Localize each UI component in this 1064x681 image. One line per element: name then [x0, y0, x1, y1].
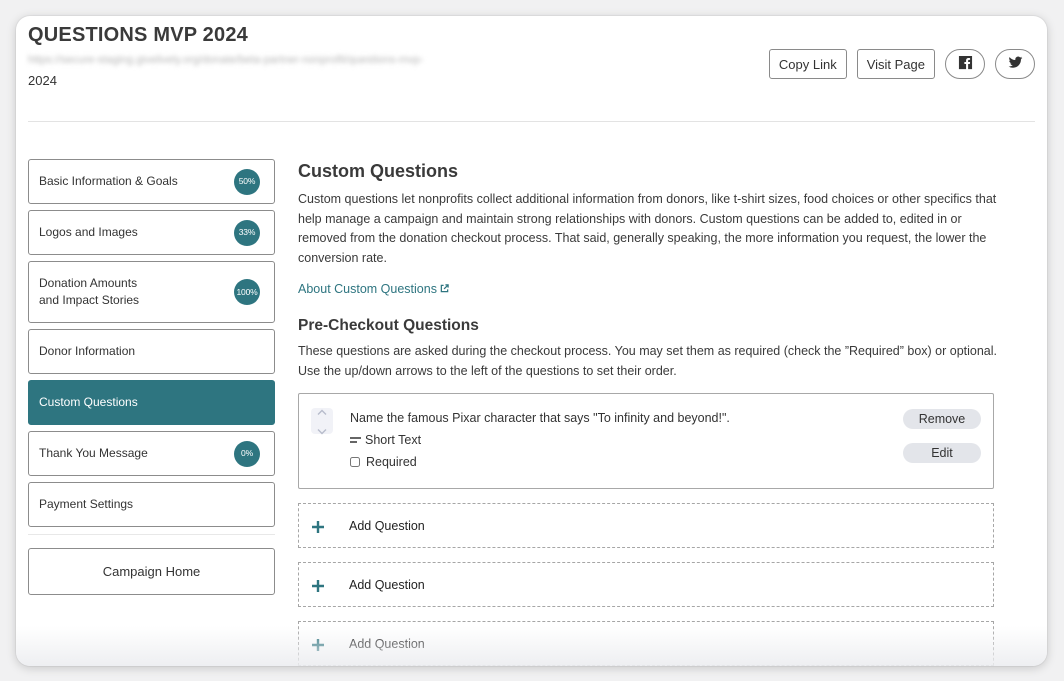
section-title: Custom Questions [298, 161, 459, 181]
campaign-home-button[interactable]: Campaign Home [28, 548, 275, 595]
share-twitter-button[interactable] [995, 49, 1035, 79]
question-type-label: Short Text [365, 433, 422, 447]
main-content: Custom Questions Custom questions let no… [298, 161, 998, 666]
pre-checkout-description: These questions are asked during the che… [298, 344, 997, 378]
sidebar-item-donation-amounts[interactable]: Donation Amounts and Impact Stories 100% [28, 261, 275, 323]
plus-icon [312, 638, 324, 651]
sidebar-item-thank-you-message[interactable]: Thank You Message 0% [28, 431, 275, 476]
sidebar-item-custom-questions[interactable]: Custom Questions [28, 380, 275, 425]
section-intro: Custom questions let nonprofits collect … [298, 192, 997, 265]
question-card: Name the famous Pixar character that say… [298, 393, 994, 489]
required-toggle[interactable]: Required [350, 455, 417, 469]
edit-question-button[interactable]: Edit [903, 443, 981, 463]
share-facebook-button[interactable] [945, 49, 985, 79]
sidebar-item-logos-images[interactable]: Logos and Images 33% [28, 210, 275, 255]
add-question-label: Add Question [349, 636, 425, 651]
copy-link-button[interactable]: Copy Link [768, 49, 847, 79]
progress-badge: 50% [234, 168, 260, 195]
plus-icon [312, 579, 324, 592]
reorder-control [311, 408, 333, 434]
progress-badge: 100% [234, 279, 260, 305]
app-window: QUESTIONS MVP 2024 https://secure-stagin… [16, 16, 1047, 666]
plus-icon [312, 520, 324, 533]
campaign-url-suffix: 2024 [28, 73, 57, 88]
sidebar-divider [28, 534, 275, 535]
sidebar-item-label: Donation Amounts and Impact Stories [39, 275, 139, 309]
move-down-icon[interactable] [317, 422, 327, 440]
sidebar-item-basic-information[interactable]: Basic Information & Goals 50% [28, 159, 275, 204]
page-title: QUESTIONS MVP 2024 [28, 24, 248, 46]
progress-badge: 33% [234, 219, 260, 246]
pre-checkout-title: Pre-Checkout Questions [298, 317, 479, 334]
sidebar-item-label: Donor Information [39, 344, 136, 358]
sidebar-item-label: Logos and Images [39, 225, 138, 239]
section-sidebar: Basic Information & Goals 50% Logos and … [28, 159, 275, 595]
required-label: Required [366, 455, 417, 469]
progress-badge: 0% [234, 440, 260, 467]
sidebar-item-payment-settings[interactable]: Payment Settings [28, 482, 275, 527]
about-custom-questions-link[interactable]: About Custom Questions [298, 282, 449, 296]
label-line-2: and Impact Stories [39, 293, 140, 307]
link-label: About Custom Questions [298, 282, 437, 296]
add-question-label: Add Question [349, 518, 425, 533]
sidebar-item-label: Payment Settings [39, 497, 134, 511]
sidebar-item-label: Thank You Message [39, 446, 148, 460]
add-question-label: Add Question [349, 577, 425, 592]
campaign-url-blurred: https://secure-staging.givelively.org/do… [28, 54, 424, 66]
twitter-icon [1008, 55, 1023, 73]
sidebar-item-label: Basic Information & Goals [39, 174, 178, 188]
visit-page-button[interactable]: Visit Page [856, 49, 935, 79]
sidebar-item-label: Custom Questions [39, 395, 138, 409]
page-header: QUESTIONS MVP 2024 https://secure-stagin… [28, 24, 1035, 122]
remove-question-button[interactable]: Remove [903, 409, 981, 429]
sidebar-item-donor-information[interactable]: Donor Information [28, 329, 275, 374]
short-text-icon [350, 433, 361, 447]
required-checkbox[interactable] [350, 457, 360, 467]
move-up-icon[interactable] [317, 403, 327, 421]
label-line-1: Donation Amounts [39, 276, 138, 290]
question-text: Name the famous Pixar character that say… [350, 411, 730, 425]
question-type: Short Text [350, 433, 421, 447]
header-actions: Copy Link Visit Page [768, 49, 1035, 79]
facebook-icon [958, 55, 973, 73]
add-question-slot[interactable]: Add Question [298, 562, 994, 607]
add-question-slot[interactable]: Add Question [298, 503, 994, 548]
external-link-icon [440, 282, 449, 296]
add-question-slot[interactable]: Add Question [298, 621, 994, 666]
